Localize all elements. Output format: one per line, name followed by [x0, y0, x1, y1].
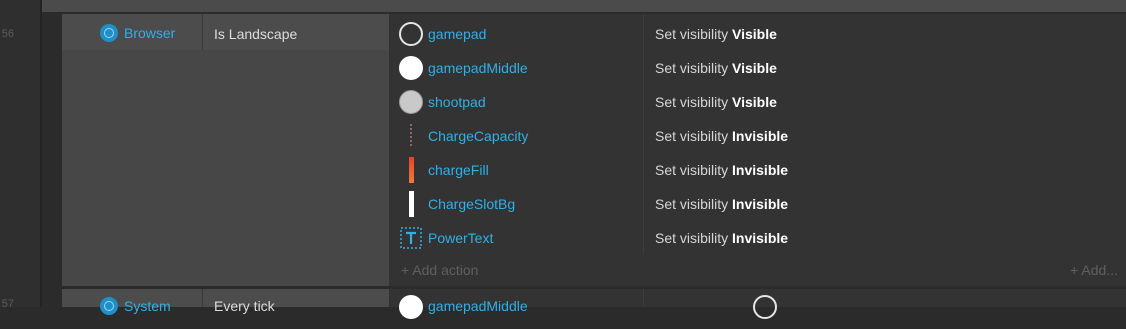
conditions-column[interactable]: System Every tick: [62, 289, 389, 315]
action-row[interactable]: gamepad Set visibility Visible: [389, 16, 1126, 50]
text-icon: [399, 226, 423, 250]
action-target[interactable]: ChargeSlotBg: [428, 196, 515, 212]
actions-column[interactable]: gamepad Set visibility Visible gamepadMi…: [389, 14, 1126, 286]
add-action-button[interactable]: + Add action: [401, 262, 478, 278]
condition-divider: [202, 289, 203, 307]
line-number: 56: [1, 28, 14, 40]
action-description[interactable]: Set visibility Invisible: [655, 128, 788, 144]
action-description[interactable]: Set visibility Invisible: [655, 162, 788, 178]
action-target[interactable]: PowerText: [428, 230, 493, 246]
action-row[interactable]: ChargeSlotBg Set visibility Invisible: [389, 186, 1126, 220]
condition-object[interactable]: System: [100, 297, 171, 315]
action-description[interactable]: Set visibility Invisible: [655, 230, 788, 246]
line-number-gutter: 56 57: [0, 0, 40, 310]
condition-object-label: System: [124, 298, 171, 314]
condition-text[interactable]: Is Landscape: [214, 26, 297, 42]
condition-object[interactable]: Browser: [100, 24, 175, 42]
action-description[interactable]: Set visibility Visible: [655, 60, 777, 76]
conditions-column[interactable]: Browser Is Landscape: [62, 14, 389, 286]
action-row[interactable]: ChargeCapacity Set visibility Invisible: [389, 118, 1126, 152]
action-description[interactable]: Set visibility Visible: [655, 94, 777, 110]
action-row[interactable]: PowerText Set visibility Invisible: [389, 220, 1126, 254]
action-target[interactable]: gamepadMiddle: [428, 298, 528, 314]
action-description[interactable]: Set visibility Invisible: [655, 196, 788, 212]
outline-circle-icon: [753, 295, 777, 319]
system-icon: [100, 297, 118, 315]
condition-text[interactable]: Every tick: [214, 298, 275, 314]
gutter-divider: [40, 0, 42, 307]
condition-object-label: Browser: [124, 25, 176, 41]
browser-icon: [100, 24, 118, 42]
previous-event-bar[interactable]: [42, 0, 1126, 12]
condition-divider: [202, 14, 203, 50]
action-row[interactable]: gamepadMiddle Set visibility Visible: [389, 50, 1126, 84]
action-description[interactable]: Set visibility Visible: [655, 26, 777, 42]
line-number: 57: [1, 298, 14, 310]
condition-row[interactable]: System Every tick: [62, 289, 389, 315]
action-target[interactable]: gamepadMiddle: [428, 60, 528, 76]
white-bar-icon: [399, 191, 423, 217]
action-target[interactable]: shootpad: [428, 94, 486, 110]
actions-column[interactable]: gamepadMiddle: [389, 289, 1126, 319]
add-menu-button[interactable]: + Add...: [1070, 262, 1118, 278]
event-block[interactable]: System Every tick gamepadMiddle: [62, 289, 1126, 319]
gray-circle-icon: [399, 90, 423, 114]
dotted-bar-icon: [399, 124, 423, 148]
action-target[interactable]: gamepad: [428, 26, 486, 42]
red-bar-icon: [399, 157, 423, 183]
action-target[interactable]: ChargeCapacity: [428, 128, 528, 144]
action-row[interactable]: chargeFill Set visibility Invisible: [389, 152, 1126, 186]
condition-row[interactable]: Browser Is Landscape: [62, 14, 389, 50]
action-row[interactable]: shootpad Set visibility Visible: [389, 84, 1126, 118]
outline-circle-icon: [399, 22, 423, 46]
action-target[interactable]: chargeFill: [428, 162, 489, 178]
action-row[interactable]: gamepadMiddle: [389, 295, 1126, 329]
event-block[interactable]: Browser Is Landscape gamepad Set visibil…: [62, 14, 1126, 286]
white-circle-icon: [399, 295, 423, 319]
white-circle-icon: [399, 56, 423, 80]
